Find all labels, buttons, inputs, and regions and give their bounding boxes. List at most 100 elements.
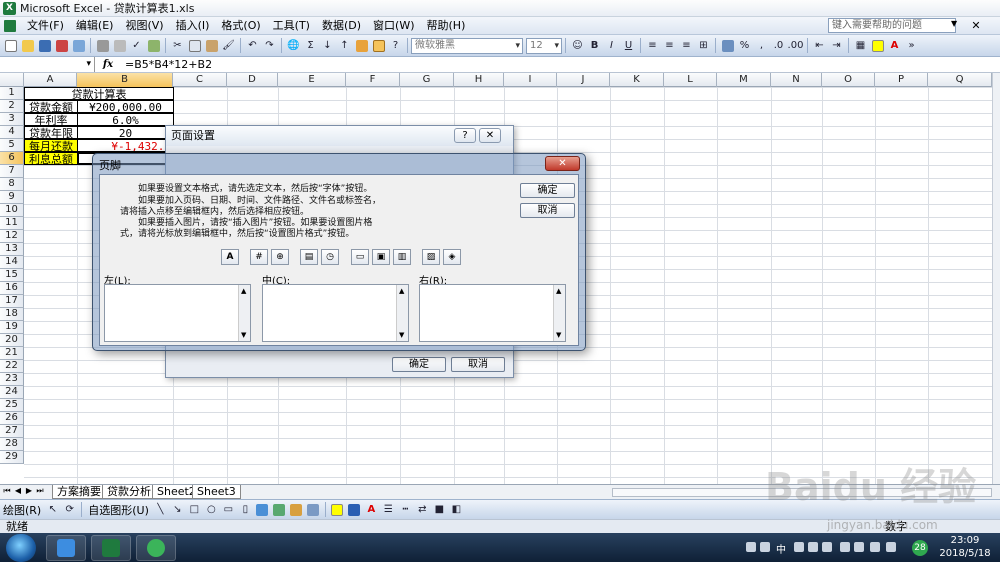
tray-add-icon[interactable] bbox=[840, 542, 850, 552]
cell-monthly-label[interactable]: 每月还款 bbox=[24, 139, 78, 152]
decrease-indent-icon[interactable]: ⇤ bbox=[812, 38, 827, 53]
center-section-scrollbar[interactable]: ▲ ▼ bbox=[396, 285, 408, 341]
row-header[interactable]: 3 bbox=[0, 113, 24, 126]
help-icon[interactable]: ? bbox=[388, 38, 403, 53]
hyperlink-icon[interactable]: 🌐 bbox=[286, 38, 301, 53]
row-header[interactable]: 29 bbox=[0, 451, 24, 464]
tray-flag-icon[interactable] bbox=[854, 542, 864, 552]
clipart-icon[interactable] bbox=[289, 502, 304, 517]
tray-network-icon[interactable] bbox=[746, 542, 756, 552]
redo-icon[interactable]: ↷ bbox=[262, 38, 277, 53]
format-image-icon[interactable]: ◈ bbox=[443, 249, 461, 265]
sheet-tab-summary[interactable]: 方案摘要 bbox=[52, 485, 106, 499]
taskbar-ie[interactable] bbox=[46, 535, 86, 561]
permission-icon[interactable] bbox=[54, 38, 69, 53]
clock-time[interactable]: 23:09 bbox=[932, 535, 998, 546]
line-style-icon[interactable]: ☰ bbox=[381, 502, 396, 517]
row-header[interactable]: 24 bbox=[0, 386, 24, 399]
wordart-icon[interactable] bbox=[255, 502, 270, 517]
arrow-style-icon[interactable]: ⇄ bbox=[415, 502, 430, 517]
row-header[interactable]: 26 bbox=[0, 412, 24, 425]
input-language[interactable]: 中 bbox=[776, 541, 786, 556]
footer-cancel-button[interactable]: 取消 bbox=[520, 203, 575, 218]
center-section-input[interactable]: ▲ ▼ bbox=[262, 284, 409, 342]
align-right-icon[interactable]: ≡ bbox=[679, 38, 694, 53]
column-header-p[interactable]: P bbox=[875, 73, 928, 87]
column-header-c[interactable]: C bbox=[173, 73, 227, 87]
autosum-icon[interactable]: Σ bbox=[303, 38, 318, 53]
page-setup-close-icon[interactable]: ✕ bbox=[479, 128, 501, 143]
currency-icon[interactable] bbox=[720, 38, 735, 53]
page-setup-cancel-button[interactable]: 取消 bbox=[451, 357, 505, 372]
column-header-n[interactable]: N bbox=[771, 73, 822, 87]
row-header[interactable]: 9 bbox=[0, 191, 24, 204]
font-color-icon[interactable]: A bbox=[887, 38, 902, 53]
footer-ok-button[interactable]: 确定 bbox=[520, 183, 575, 198]
sheet-tab-loan-analysis[interactable]: 贷款分析 bbox=[102, 485, 156, 499]
start-button[interactable] bbox=[6, 534, 36, 562]
workbook-icon[interactable] bbox=[4, 19, 16, 32]
column-header-b[interactable]: B bbox=[77, 73, 173, 87]
arrow-icon[interactable]: ↘ bbox=[170, 502, 185, 517]
row-header[interactable]: 15 bbox=[0, 269, 24, 282]
help-dropdown-icon[interactable]: ▼ bbox=[951, 19, 957, 28]
font-format-button[interactable]: A bbox=[221, 249, 239, 265]
name-box[interactable] bbox=[0, 57, 95, 72]
scroll-up-icon[interactable]: ▲ bbox=[556, 287, 561, 295]
column-header-k[interactable]: K bbox=[610, 73, 664, 87]
row-header[interactable]: 18 bbox=[0, 308, 24, 321]
row-header[interactable]: 16 bbox=[0, 282, 24, 295]
new-icon[interactable] bbox=[3, 38, 18, 53]
right-section-input[interactable]: ▲ ▼ bbox=[419, 284, 566, 342]
paste-icon[interactable] bbox=[204, 38, 219, 53]
row-header[interactable]: 14 bbox=[0, 256, 24, 269]
taskbar-excel[interactable] bbox=[91, 535, 131, 561]
research-icon[interactable] bbox=[146, 38, 161, 53]
sort-asc-icon[interactable]: ↓ bbox=[320, 38, 335, 53]
row-header[interactable]: 20 bbox=[0, 334, 24, 347]
row-header[interactable]: 7 bbox=[0, 165, 24, 178]
tray-punct-icon[interactable] bbox=[808, 542, 818, 552]
page-setup-help-button[interactable]: ? bbox=[454, 128, 476, 143]
save-icon[interactable] bbox=[37, 38, 52, 53]
row-header[interactable]: 6 bbox=[0, 152, 24, 165]
document-close-icon[interactable]: ✕ bbox=[968, 18, 984, 33]
draw-fill-color-icon[interactable] bbox=[330, 502, 345, 517]
scroll-down-icon[interactable]: ▼ bbox=[399, 331, 404, 339]
column-header-m[interactable]: M bbox=[717, 73, 771, 87]
increase-indent-icon[interactable]: ⇥ bbox=[829, 38, 844, 53]
smiley-icon[interactable]: ☺ bbox=[570, 38, 585, 53]
vertical-scrollbar[interactable] bbox=[992, 73, 1000, 484]
column-header-j[interactable]: J bbox=[557, 73, 610, 87]
rectangle-icon[interactable]: □ bbox=[187, 502, 202, 517]
menu-window[interactable]: 窗口(W) bbox=[367, 17, 420, 35]
cell-rate-label[interactable]: 年利率 bbox=[24, 113, 78, 126]
column-header-d[interactable]: D bbox=[227, 73, 278, 87]
cell-interest-label[interactable]: 利息总额 bbox=[24, 152, 78, 165]
row-header[interactable]: 27 bbox=[0, 425, 24, 438]
line-icon[interactable]: ╲ bbox=[153, 502, 168, 517]
left-section-input[interactable]: ▲ ▼ bbox=[104, 284, 251, 342]
draw-menu-button[interactable]: 绘图(R) bbox=[0, 502, 44, 518]
menu-data[interactable]: 数据(D) bbox=[316, 17, 367, 35]
cut-icon[interactable]: ✂ bbox=[170, 38, 185, 53]
help-search-input[interactable]: 键入需要帮助的问题 bbox=[828, 18, 956, 33]
percent-button[interactable]: % bbox=[737, 38, 752, 53]
file-path-icon[interactable]: ▭ bbox=[351, 249, 369, 265]
oval-icon[interactable]: ○ bbox=[204, 502, 219, 517]
tray-badge[interactable]: 28 bbox=[912, 540, 928, 556]
align-center-icon[interactable]: ≡ bbox=[662, 38, 677, 53]
vertical-textbox-icon[interactable]: ▯ bbox=[238, 502, 253, 517]
row-header[interactable]: 28 bbox=[0, 438, 24, 451]
column-header-l[interactable]: L bbox=[664, 73, 717, 87]
3d-icon[interactable]: ◧ bbox=[449, 502, 464, 517]
shadow-icon[interactable]: ■ bbox=[432, 502, 447, 517]
rotate-icon[interactable]: ⟳ bbox=[62, 502, 77, 517]
footer-dialog-close-icon[interactable]: ✕ bbox=[545, 156, 580, 171]
right-section-scrollbar[interactable]: ▲ ▼ bbox=[553, 285, 565, 341]
cell-monthly-value[interactable]: ¥-1,432.8 bbox=[77, 139, 174, 152]
spelling-icon[interactable]: ✓ bbox=[129, 38, 144, 53]
open-icon[interactable] bbox=[20, 38, 35, 53]
fill-color-icon[interactable] bbox=[870, 38, 885, 53]
time-icon[interactable]: ◷ bbox=[321, 249, 339, 265]
